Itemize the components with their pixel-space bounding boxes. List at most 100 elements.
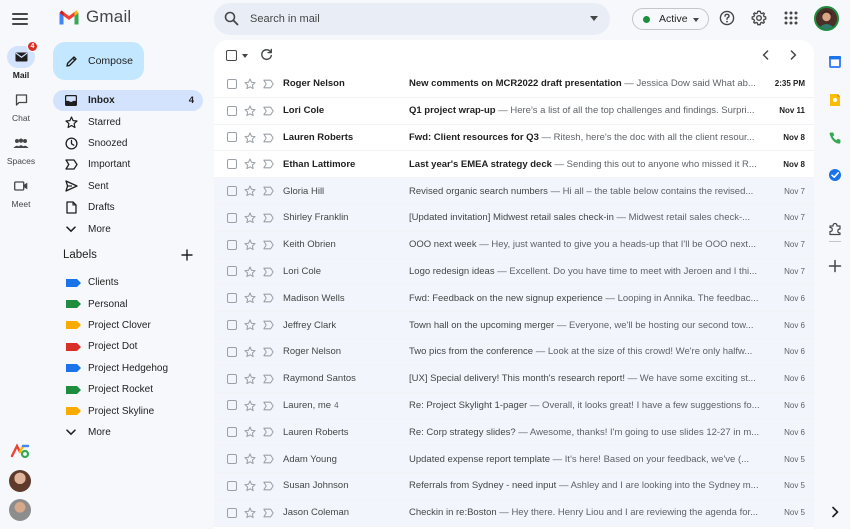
important-marker-icon[interactable] [263, 213, 274, 223]
important-marker-icon[interactable] [263, 374, 274, 384]
nav-item-sent[interactable]: Sent [53, 176, 203, 197]
help-icon[interactable] [718, 9, 736, 27]
email-row[interactable]: Madison Wells Fwd: Feedback on the new si… [214, 285, 814, 313]
star-icon[interactable] [244, 346, 256, 358]
tasks-icon[interactable] [828, 168, 842, 182]
nav-item-more[interactable]: More [53, 218, 203, 239]
label-item[interactable]: Project Hedgehog [53, 358, 203, 379]
email-row[interactable]: Jason Coleman Checkin in re:Boston — Hey … [214, 499, 814, 527]
star-icon[interactable] [244, 158, 256, 170]
row-checkbox[interactable] [227, 507, 237, 518]
email-row[interactable]: Shirley Franklin [Updated invitation] Mid… [214, 205, 814, 232]
nav-item-starred[interactable]: Starred [53, 111, 203, 132]
important-marker-icon[interactable] [263, 454, 274, 464]
important-marker-icon[interactable] [263, 159, 274, 169]
star-icon[interactable] [244, 480, 256, 492]
star-icon[interactable] [244, 105, 256, 117]
add-label-plus-icon[interactable] [181, 249, 193, 261]
google-workspace-logo-icon[interactable] [9, 440, 31, 462]
star-icon[interactable] [244, 132, 256, 144]
settings-gear-icon[interactable] [750, 9, 768, 27]
star-icon[interactable] [244, 373, 256, 385]
email-row[interactable]: Raymond Santos [UX] Special delivery! Thi… [214, 365, 814, 393]
email-row[interactable]: Susan Johnson Referrals from Sydney - nee… [214, 473, 814, 500]
email-row[interactable]: Lori Cole Logo redesign ideas — Excellent… [214, 258, 814, 286]
contact-avatar[interactable] [9, 470, 31, 492]
star-icon[interactable] [244, 266, 256, 278]
nav-item-drafts[interactable]: Drafts [53, 197, 203, 218]
rail-item-spaces[interactable]: Spaces [0, 132, 42, 166]
apps-grid-icon[interactable] [782, 9, 800, 27]
row-checkbox[interactable] [227, 480, 237, 491]
chevron-left-icon[interactable] [760, 49, 772, 61]
row-checkbox[interactable] [227, 400, 237, 411]
status-selector[interactable]: Active [632, 8, 709, 30]
nav-item-snoozed[interactable]: Snoozed [53, 133, 203, 154]
main-menu-icon[interactable] [10, 10, 30, 28]
row-checkbox[interactable] [227, 132, 237, 143]
row-checkbox[interactable] [227, 427, 237, 438]
important-marker-icon[interactable] [263, 79, 274, 89]
search-bar[interactable] [214, 3, 610, 35]
email-row[interactable]: Roger Nelson New comments on MCR2022 draf… [214, 71, 814, 98]
email-row[interactable]: Roger Nelson Two pics from the conference… [214, 339, 814, 366]
keep-icon[interactable] [828, 93, 842, 107]
search-icon[interactable] [224, 11, 239, 26]
important-marker-icon[interactable] [263, 106, 274, 116]
important-marker-icon[interactable] [263, 347, 274, 357]
email-row[interactable]: Keith Obrien OOO next week — Hey, just wa… [214, 231, 814, 259]
rail-item-chat[interactable]: Chat [0, 89, 42, 123]
rail-item-meet[interactable]: Meet [0, 175, 42, 209]
row-checkbox[interactable] [227, 373, 237, 384]
select-options-chevron-icon[interactable] [242, 54, 248, 58]
email-row[interactable]: Lauren Roberts Fwd: Client resources for … [214, 125, 814, 152]
label-item[interactable]: Project Clover [53, 315, 203, 336]
row-checkbox[interactable] [227, 266, 237, 277]
important-marker-icon[interactable] [263, 240, 274, 250]
star-icon[interactable] [244, 292, 256, 304]
star-icon[interactable] [244, 507, 256, 519]
important-marker-icon[interactable] [263, 320, 274, 330]
addons-puzzle-icon[interactable] [828, 222, 842, 236]
email-row[interactable]: Lauren, me 4 Re: Project Skylight 1-pager … [214, 392, 814, 420]
refresh-icon[interactable] [260, 48, 273, 61]
label-item[interactable]: Project Skyline [53, 400, 203, 421]
important-marker-icon[interactable] [263, 293, 274, 303]
labels-more[interactable]: More [53, 422, 203, 443]
label-item[interactable]: Personal [53, 293, 203, 314]
email-row[interactable]: Adam Young Updated expense report templat… [214, 446, 814, 473]
get-addons-plus-icon[interactable] [828, 259, 842, 273]
important-marker-icon[interactable] [263, 133, 274, 143]
star-icon[interactable] [244, 426, 256, 438]
row-checkbox[interactable] [227, 293, 237, 304]
chevron-right-icon[interactable] [787, 49, 799, 61]
search-input[interactable] [250, 3, 570, 35]
star-icon[interactable] [244, 185, 256, 197]
voice-phone-icon[interactable] [828, 131, 842, 145]
email-row[interactable]: Gloria Hill Revised organic search number… [214, 178, 814, 205]
select-all-checkbox[interactable] [226, 50, 237, 61]
gmail-logo[interactable]: Gmail [58, 7, 131, 27]
important-marker-icon[interactable] [263, 508, 274, 518]
star-icon[interactable] [244, 239, 256, 251]
calendar-icon[interactable] [828, 55, 842, 69]
important-marker-icon[interactable] [263, 481, 274, 491]
nav-item-inbox[interactable]: Inbox 4 [53, 90, 203, 112]
contact-avatar[interactable] [9, 499, 31, 521]
nav-item-important[interactable]: Important [53, 154, 203, 175]
email-row[interactable]: Lori Cole Q1 project wrap-up — Here's a l… [214, 98, 814, 125]
row-checkbox[interactable] [227, 212, 237, 223]
email-row[interactable]: Ethan Lattimore Last year's EMEA strategy… [214, 151, 814, 179]
important-marker-icon[interactable] [263, 401, 274, 411]
star-icon[interactable] [244, 453, 256, 465]
email-row[interactable]: Lauren Roberts Re: Corp strategy slides? … [214, 419, 814, 447]
search-options-icon[interactable] [590, 16, 598, 21]
email-row[interactable]: Jeffrey Clark Town hall on the upcoming m… [214, 312, 814, 339]
row-checkbox[interactable] [227, 159, 237, 170]
row-checkbox[interactable] [227, 239, 237, 250]
label-item[interactable]: Project Rocket [53, 379, 203, 400]
compose-button[interactable]: Compose [53, 42, 144, 80]
row-checkbox[interactable] [227, 186, 237, 197]
expand-panel-chevron-icon[interactable] [828, 505, 842, 519]
important-marker-icon[interactable] [263, 427, 274, 437]
